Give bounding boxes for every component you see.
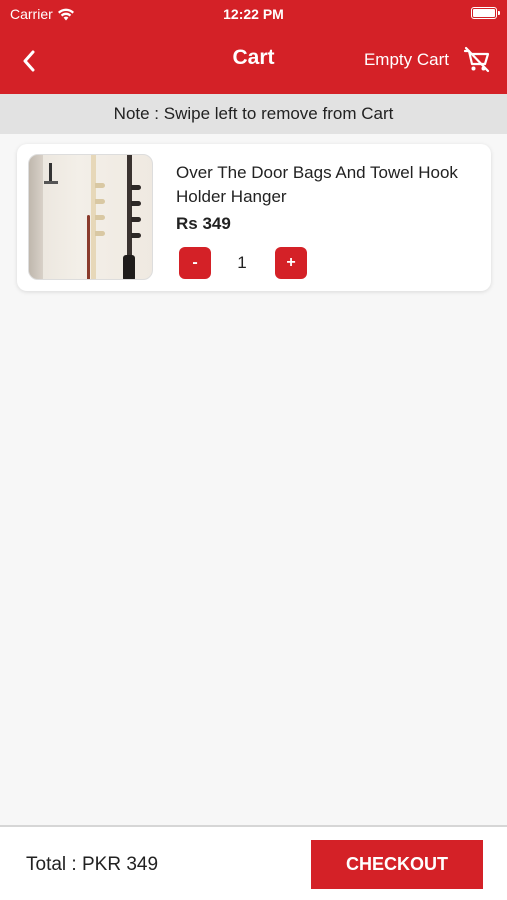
increase-quantity-button[interactable]: + — [275, 247, 307, 279]
cart-item[interactable]: Over The Door Bags And Towel Hook Holder… — [17, 144, 491, 291]
cart-screen: Carrier 12:22 PM Cart Empty Cart Note: … — [0, 0, 507, 900]
checkout-button[interactable]: CHECKOUT — [311, 840, 483, 889]
chevron-left-icon — [23, 50, 35, 72]
checkout-footer: Total : PKR 349 CHECKOUT — [0, 825, 507, 900]
cart-remove-icon[interactable] — [463, 46, 491, 74]
product-price: Rs 349 — [176, 214, 231, 233]
product-image — [28, 154, 153, 280]
nav-bar: Cart Empty Cart — [0, 26, 507, 94]
back-button[interactable] — [14, 46, 44, 76]
status-bar: Carrier 12:22 PM — [0, 0, 507, 26]
quantity-value: 1 — [237, 253, 247, 272]
product-name: Over The Door Bags And Towel Hook Holder… — [176, 163, 458, 206]
total-amount: Total : PKR 349 — [26, 854, 159, 875]
decrease-quantity-button[interactable]: - — [179, 247, 211, 279]
status-time: 12:22 PM — [223, 6, 284, 22]
battery-icon — [471, 7, 500, 19]
swipe-note: Note : Swipe left to remove from Cart — [0, 94, 507, 134]
empty-cart-button[interactable]: Empty Cart — [364, 50, 449, 70]
